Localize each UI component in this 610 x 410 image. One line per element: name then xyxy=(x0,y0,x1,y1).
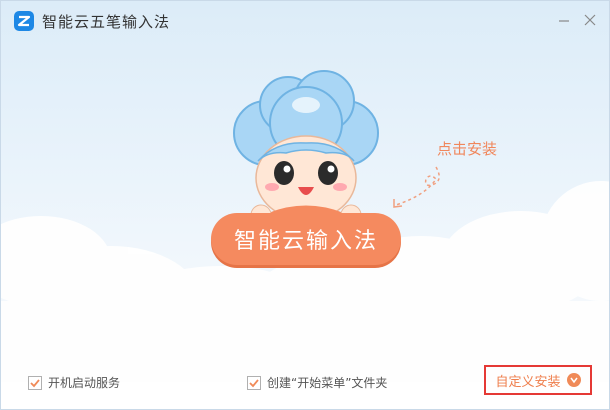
start-menu-checkbox[interactable] xyxy=(247,375,261,390)
dashed-arrow-icon xyxy=(393,166,440,208)
app-logo-icon xyxy=(14,11,34,31)
title-bar: 智能云五笔输入法 xyxy=(1,1,609,39)
installer-window: 智能云五笔输入法 点击安装 智能云输入法 开机启动服务 创建“开始菜单”文件夹 … xyxy=(0,0,610,410)
custom-install-label: 自定义安装 xyxy=(495,374,561,390)
start-menu-label: 创建“开始菜单”文件夹 xyxy=(267,376,388,390)
mascot-illustration xyxy=(233,70,379,223)
install-button[interactable]: 智能云输入法 xyxy=(211,213,401,265)
window-title: 智能云五笔输入法 xyxy=(42,13,171,31)
autostart-checkbox[interactable] xyxy=(28,375,42,390)
autostart-option[interactable]: 开机启动服务 xyxy=(28,374,120,391)
custom-install-button[interactable]: 自定义安装 xyxy=(484,365,592,395)
close-icon[interactable] xyxy=(581,11,599,29)
minimize-icon[interactable] xyxy=(555,11,573,29)
autostart-label: 开机启动服务 xyxy=(48,376,121,390)
start-menu-option[interactable]: 创建“开始菜单”文件夹 xyxy=(247,374,387,391)
install-hint-text: 点击安装 xyxy=(437,140,498,158)
chevron-down-icon xyxy=(566,373,581,387)
